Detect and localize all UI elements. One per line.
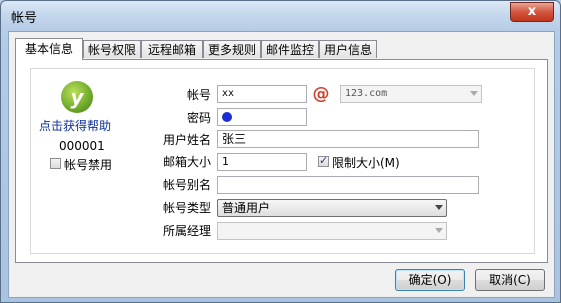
alias-input[interactable] [217, 176, 479, 194]
title-bar[interactable]: 帐号 x [1, 1, 560, 31]
tab-basic-info[interactable]: 基本信息 [15, 38, 83, 60]
logo-icon: y [61, 81, 93, 113]
account-dialog: 帐号 x 帐号权限 远程邮箱 更多规则 邮件监控 用户信息 基本信息 y 点击获… [0, 0, 561, 303]
limit-size-checkbox[interactable] [318, 154, 329, 167]
tab-remote-mailbox[interactable]: 远程邮箱 [141, 40, 203, 58]
username-label: 用户姓名 [162, 133, 211, 147]
chevron-down-icon [435, 205, 443, 210]
window-title: 帐号 [11, 11, 38, 26]
help-link[interactable]: 点击获得帮助 [39, 117, 111, 134]
username-input[interactable]: 张三 [217, 130, 479, 148]
chevron-down-icon [470, 91, 478, 96]
password-dot-icon [222, 112, 232, 122]
chevron-down-icon [435, 228, 443, 233]
disable-account-checkbox[interactable] [50, 158, 61, 169]
alias-label: 帐号别名 [162, 178, 211, 192]
tab-user-info[interactable]: 用户信息 [319, 40, 377, 58]
password-label: 密码 [186, 111, 211, 125]
tab-account-permissions[interactable]: 帐号权限 [83, 40, 141, 58]
account-type-label: 帐号类型 [162, 201, 211, 215]
disable-account-label: 帐号禁用 [64, 158, 113, 172]
account-type-select[interactable]: 普通用户 [217, 199, 447, 217]
account-input[interactable]: xx [217, 85, 307, 103]
at-sign-icon: @ [312, 84, 330, 104]
tab-mail-monitor[interactable]: 邮件监控 [261, 40, 319, 58]
domain-select[interactable]: 123.com [340, 85, 482, 103]
password-input[interactable] [217, 108, 307, 126]
close-button[interactable]: x [510, 2, 554, 22]
limit-size-label: 限制大小(M) [332, 156, 400, 170]
tab-more-rules[interactable]: 更多规则 [203, 40, 261, 58]
mailbox-size-label: 邮箱大小 [162, 155, 211, 169]
account-type-value: 普通用户 [222, 201, 271, 215]
account-code: 000001 [59, 139, 105, 153]
manager-select[interactable] [217, 222, 447, 240]
dialog-body: 帐号权限 远程邮箱 更多规则 邮件监控 用户信息 基本信息 y 点击获得帮助 0… [8, 31, 555, 298]
domain-value: 123.com [345, 88, 388, 99]
account-label: 帐号 [186, 88, 211, 102]
mailbox-size-input[interactable]: 1 [217, 153, 307, 171]
basic-info-panel: y 点击获得帮助 000001 帐号禁用 帐号 密码 用户姓名 邮箱大小 帐号别… [15, 59, 548, 263]
panel-groupbox: y 点击获得帮助 000001 帐号禁用 帐号 密码 用户姓名 邮箱大小 帐号别… [30, 68, 535, 254]
cancel-button[interactable]: 取消(C) [475, 269, 545, 291]
manager-label: 所属经理 [162, 224, 211, 238]
ok-button[interactable]: 确定(O) [395, 269, 465, 291]
